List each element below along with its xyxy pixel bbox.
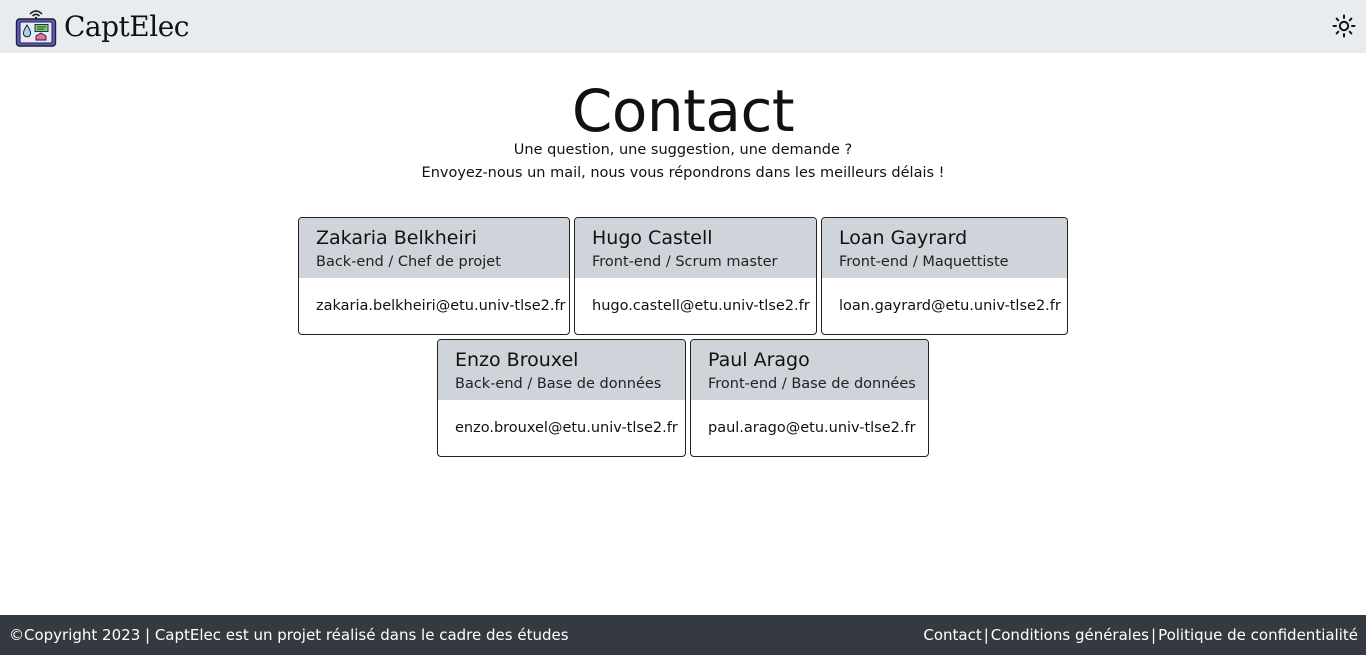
brand-link[interactable]: CaptElec: [15, 0, 189, 53]
main-content: Contact Une question, une suggestion, un…: [0, 53, 1366, 615]
footer-link-privacy[interactable]: Politique de confidentialité: [1158, 626, 1358, 644]
tablet-sensor-icon: [15, 9, 57, 47]
member-card: Paul Arago Front-end / Base de données p…: [690, 339, 929, 457]
member-role: Front-end / Scrum master: [592, 254, 778, 270]
footer: ©Copyright 2023 | CaptElec est un projet…: [0, 615, 1366, 655]
member-card: Hugo Castell Front-end / Scrum master hu…: [574, 217, 817, 335]
footer-copyright: ©Copyright 2023 | CaptElec est un projet…: [9, 626, 569, 644]
member-card: Enzo Brouxel Back-end / Base de données …: [437, 339, 686, 457]
member-card: Zakaria Belkheiri Back-end / Chef de pro…: [298, 217, 570, 335]
subtitle-line-2: Envoyez-nous un mail, nous vous répondro…: [421, 165, 945, 181]
footer-separator: |: [983, 626, 989, 644]
member-card: Loan Gayrard Front-end / Maquettiste loa…: [821, 217, 1068, 335]
member-email[interactable]: zakaria.belkheiri@etu.univ-tlse2.fr: [299, 278, 569, 316]
member-name: Enzo Brouxel: [455, 349, 579, 371]
theme-toggle-button[interactable]: [1330, 12, 1358, 40]
member-card-header: Paul Arago Front-end / Base de données: [691, 340, 928, 400]
member-role: Back-end / Base de données: [455, 376, 662, 392]
member-card-header: Hugo Castell Front-end / Scrum master: [575, 218, 816, 278]
footer-link-conditions[interactable]: Conditions générales: [991, 626, 1149, 644]
member-name: Zakaria Belkheiri: [316, 227, 477, 249]
member-email[interactable]: loan.gayrard@etu.univ-tlse2.fr: [822, 278, 1067, 316]
footer-links: Contact | Conditions générales | Politique d…: [923, 615, 1358, 655]
member-name: Loan Gayrard: [839, 227, 968, 249]
member-email[interactable]: paul.arago@etu.univ-tlse2.fr: [691, 400, 928, 438]
member-card-header: Zakaria Belkheiri Back-end / Chef de pro…: [299, 218, 569, 278]
member-email[interactable]: hugo.castell@etu.univ-tlse2.fr: [575, 278, 816, 316]
navbar: CaptElec: [0, 0, 1366, 53]
footer-separator: |: [1151, 626, 1157, 644]
member-card-header: Enzo Brouxel Back-end / Base de données: [438, 340, 685, 400]
footer-link-contact[interactable]: Contact: [923, 626, 981, 644]
subtitle-line-1: Une question, une suggestion, une demand…: [513, 142, 853, 158]
member-name: Paul Arago: [708, 349, 810, 371]
member-role: Back-end / Chef de projet: [316, 254, 501, 270]
member-email[interactable]: enzo.brouxel@etu.univ-tlse2.fr: [438, 400, 685, 438]
page-title: Contact: [571, 77, 795, 145]
brand-name[interactable]: CaptElec: [64, 0, 189, 53]
member-name: Hugo Castell: [592, 227, 713, 249]
member-role: Front-end / Maquettiste: [839, 254, 1009, 270]
sun-icon: [1332, 14, 1356, 38]
member-role: Front-end / Base de données: [708, 376, 916, 392]
member-card-header: Loan Gayrard Front-end / Maquettiste: [822, 218, 1067, 278]
